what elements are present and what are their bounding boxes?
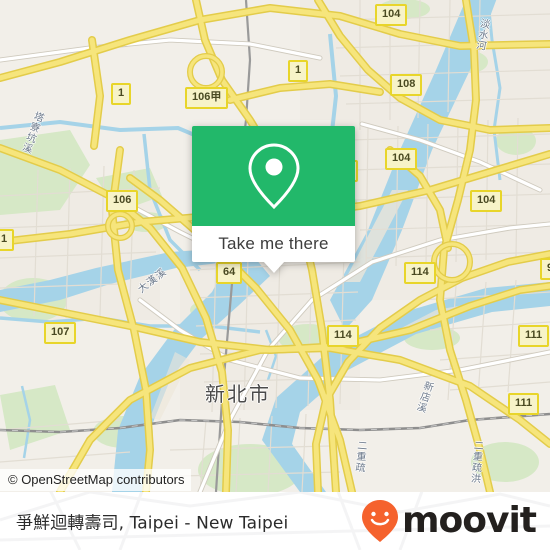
- highway-shield: 111: [508, 393, 540, 415]
- highway-shield: 106: [106, 190, 139, 212]
- highway-shield: 106甲: [185, 87, 229, 109]
- footer-bar: 爭鮮迴轉壽司, Taipei - New Taipei moovit: [0, 492, 550, 550]
- highway-shield: 114: [327, 325, 359, 347]
- map-pin-icon: [247, 143, 300, 210]
- highway-shield: 111: [518, 325, 550, 347]
- highway-shield: 9: [540, 258, 550, 280]
- highway-shield: 104: [470, 190, 503, 212]
- highway-shield: 64: [216, 262, 243, 284]
- highway-shield: 108: [390, 74, 423, 96]
- highway-shield: 104: [385, 148, 418, 170]
- highway-shield: 107: [44, 322, 77, 344]
- card-pointer-tail: [262, 261, 285, 273]
- card-action-area[interactable]: Take me there: [192, 226, 355, 273]
- card-icon-area: [192, 126, 355, 226]
- highway-shield: 104: [375, 4, 408, 26]
- place-caption: 爭鮮迴轉壽司, Taipei - New Taipei: [16, 513, 289, 534]
- highway-shield: 114: [404, 262, 436, 284]
- moovit-map-screenshot: 10411081106甲1104104106164114911110711411…: [0, 0, 550, 550]
- take-me-there-card[interactable]: Take me there: [192, 126, 355, 273]
- take-me-there-label: Take me there: [218, 234, 329, 253]
- moovit-wordmark: moovit: [402, 500, 537, 541]
- moovit-brand[interactable]: moovit: [360, 499, 537, 543]
- highway-shield: 1: [111, 83, 132, 105]
- highway-shield: 1: [0, 229, 15, 251]
- highway-shield: 1: [288, 60, 309, 82]
- moovit-smiley-pin-icon: [362, 500, 398, 542]
- osm-attribution[interactable]: © OpenStreetMap contributors: [0, 469, 191, 491]
